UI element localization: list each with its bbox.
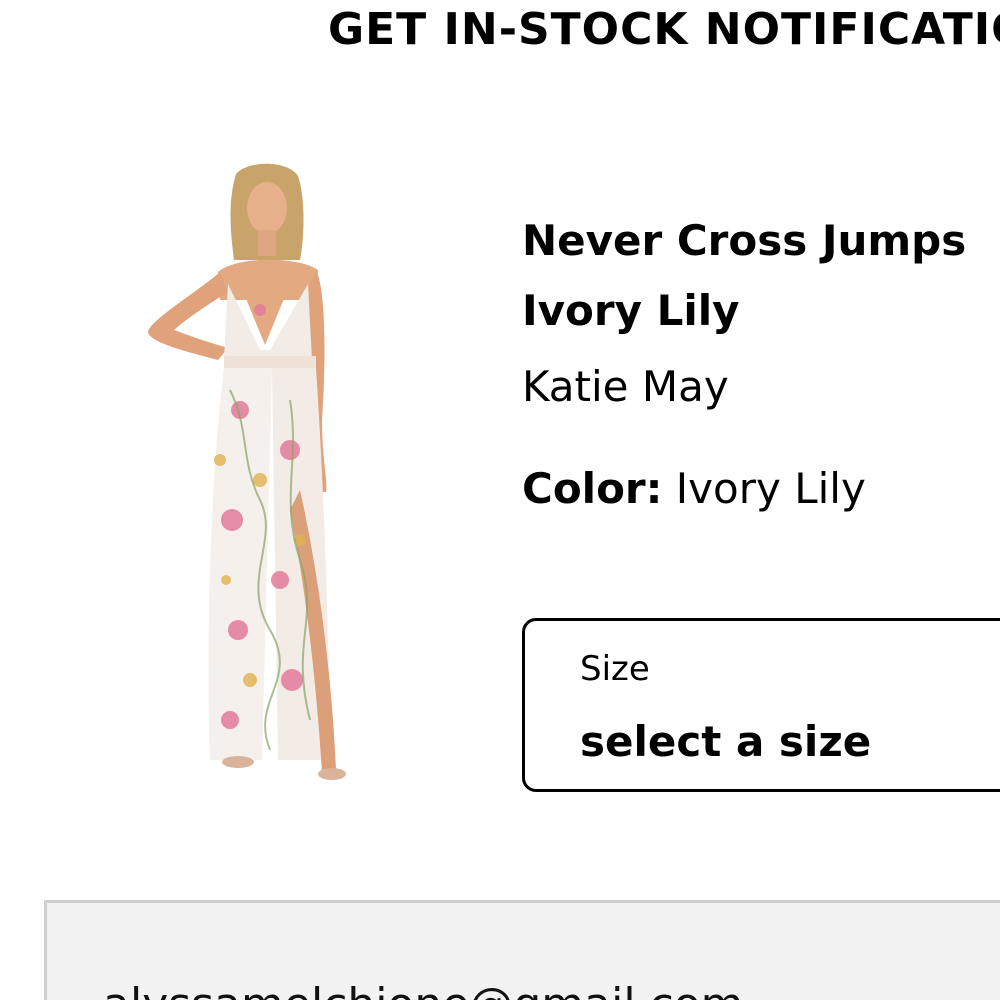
notify-page: GET IN-STOCK NOTIFICATIO Never Cross Jum…	[0, 0, 1000, 1000]
product-name-line1: Never Cross Jumps	[522, 216, 967, 265]
size-label: Size	[580, 649, 650, 689]
color-label: Color:	[522, 464, 663, 513]
email-field[interactable]: alyssamelchione@gmail.com	[44, 900, 1000, 1000]
size-value: select a size	[580, 717, 872, 766]
color-value: Ivory Lily	[675, 464, 866, 513]
color-line: Color: Ivory Lily	[522, 464, 866, 513]
product-name-line2: Ivory Lily	[522, 286, 740, 335]
page-title: GET IN-STOCK NOTIFICATIO	[328, 4, 1000, 55]
size-select[interactable]: Size select a size	[522, 618, 1000, 792]
email-value: alyssamelchione@gmail.com	[103, 979, 744, 1000]
brand-name: Katie May	[522, 362, 729, 411]
product-image	[148, 163, 346, 780]
product-name: Never Cross Jumps Ivory Lily	[522, 206, 966, 346]
